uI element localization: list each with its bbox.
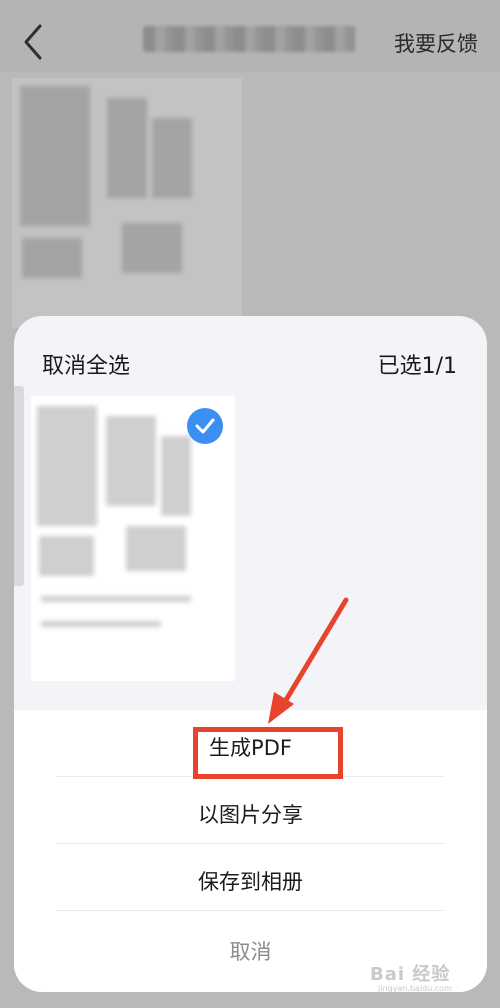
pointer-arrow-icon (268, 597, 349, 724)
watermark-sub: jingyan.baidu.com (378, 984, 452, 993)
watermark-text: Bai 经验 (370, 964, 451, 985)
baidu-jingyan-watermark: Bai 经验 jingyan.baidu.com (370, 960, 486, 996)
